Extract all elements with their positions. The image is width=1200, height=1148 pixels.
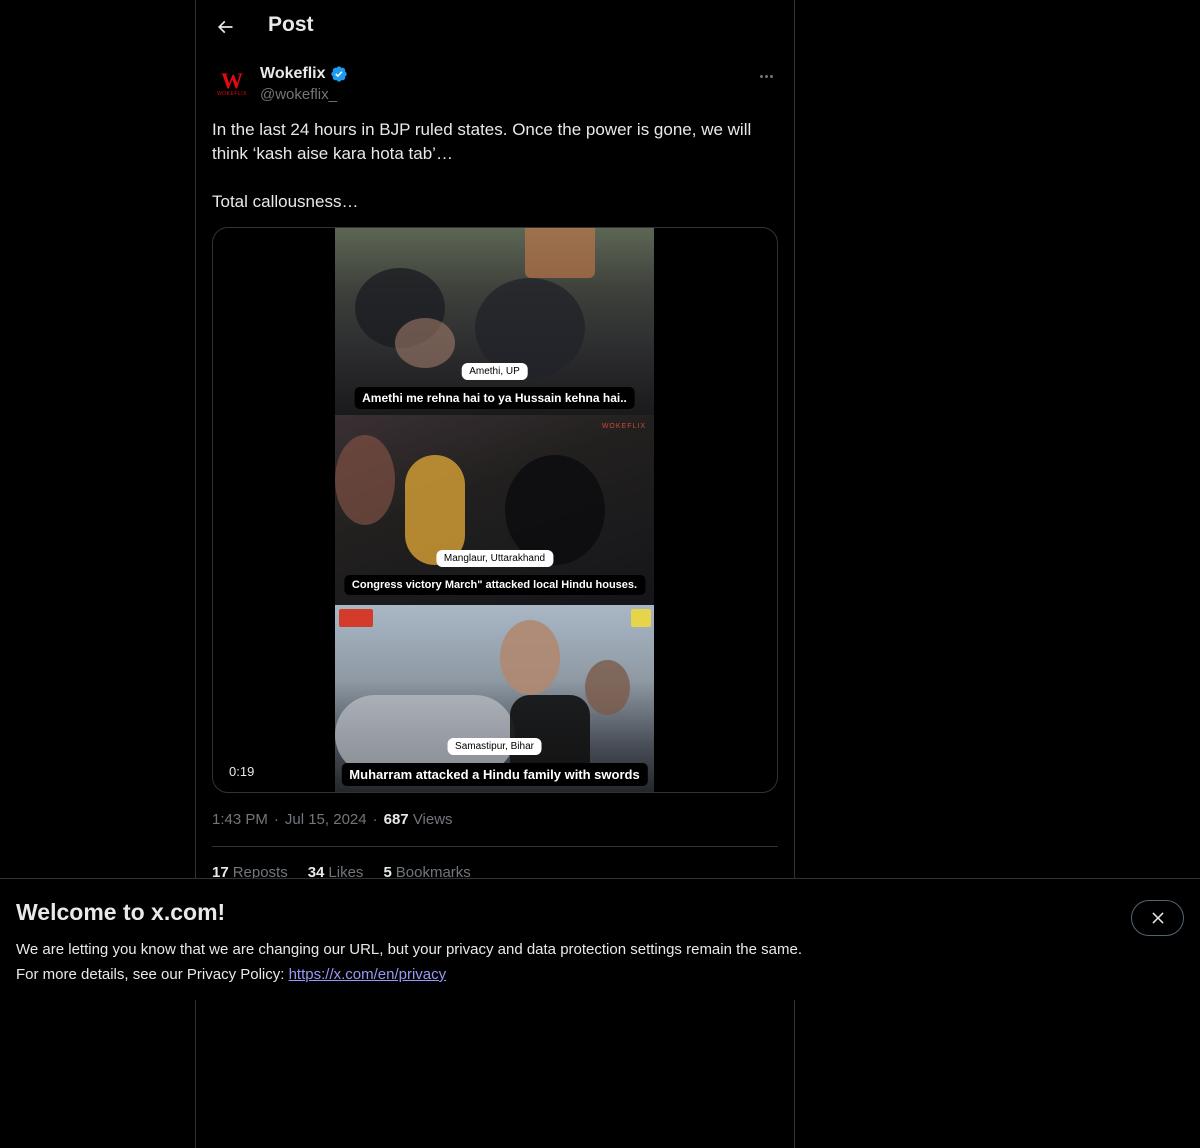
verified-badge-icon xyxy=(330,66,347,82)
video-panel: Samastipur, Bihar Muharram attacked a Hi… xyxy=(335,605,654,792)
back-button[interactable] xyxy=(208,10,242,44)
top-bar: Post xyxy=(196,0,794,53)
divider xyxy=(212,846,778,847)
watermark: WOKEFLIX xyxy=(601,423,646,430)
post-time[interactable]: 1:43 PM xyxy=(212,811,268,828)
banner-title: Welcome to x.com! xyxy=(16,899,226,925)
video-caption: Amethi me rehna hai to ya Hussain kehna … xyxy=(354,387,635,409)
banner-text-line: We are letting you know that we are chan… xyxy=(16,941,802,958)
more-dots-icon xyxy=(759,74,763,78)
author-display-name: Wokeflix xyxy=(260,65,326,82)
author-handle[interactable]: @wokeflix_ xyxy=(260,86,337,103)
meta-separator: · xyxy=(372,811,378,828)
close-button[interactable] xyxy=(1131,900,1184,936)
welcome-banner: Welcome to x.com! We are letting you kno… xyxy=(0,878,1200,1000)
location-tag: Manglaur, Uttarakhand xyxy=(435,550,554,567)
avatar[interactable]: W WOKEFLIX xyxy=(212,64,252,104)
video-frame: Amethi, UP Amethi me rehna hai to ya Hus… xyxy=(335,228,654,792)
post-meta: 1:43 PM · Jul 15, 2024 · 687 Views xyxy=(212,811,453,828)
banner-text-line: For more details, see our Privacy Policy… xyxy=(16,966,289,983)
video-player[interactable]: Amethi, UP Amethi me rehna hai to ya Hus… xyxy=(212,227,778,793)
post-text-line: In the last 24 hours in BJP ruled states… xyxy=(212,120,752,163)
post-author: W WOKEFLIX Wokeflix @wokeflix_ xyxy=(212,64,778,108)
author-name-row[interactable]: Wokeflix xyxy=(260,65,348,83)
video-duration: 0:19 xyxy=(229,764,255,779)
video-panel: Amethi, UP Amethi me rehna hai to ya Hus… xyxy=(335,228,654,415)
more-button[interactable] xyxy=(754,64,778,88)
banner-text: We are letting you know that we are chan… xyxy=(16,937,802,987)
avatar-letter: W xyxy=(221,68,243,93)
video-caption: Muharram attacked a Hindu family with sw… xyxy=(341,763,648,786)
post-text-line: Total callousness… xyxy=(212,192,359,211)
post-date[interactable]: Jul 15, 2024 xyxy=(285,811,367,828)
video-panel: WOKEFLIX Manglaur, Uttarakhand Congress … xyxy=(335,415,654,605)
location-tag: Amethi, UP xyxy=(461,363,528,380)
arrow-left-icon xyxy=(217,20,233,34)
meta-separator: · xyxy=(273,811,279,828)
video-caption: Congress victory March" attacked local H… xyxy=(343,575,646,595)
close-icon xyxy=(1151,912,1164,924)
avatar-text: WOKEFLIX xyxy=(217,91,247,97)
privacy-policy-link[interactable]: https://x.com/en/privacy xyxy=(289,966,447,983)
page-title: Post xyxy=(268,13,314,36)
views: 687 Views xyxy=(384,811,453,828)
views-label: Views xyxy=(412,811,453,828)
post-text: In the last 24 hours in BJP ruled states… xyxy=(212,118,778,214)
views-count: 687 xyxy=(383,811,409,828)
location-tag: Samastipur, Bihar xyxy=(447,738,542,755)
